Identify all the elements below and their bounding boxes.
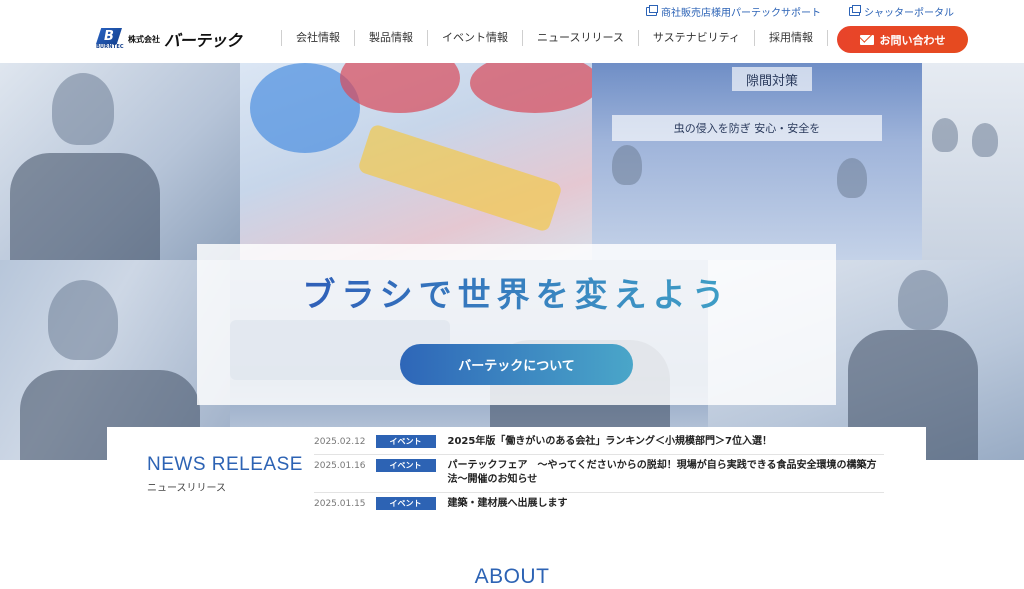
logo-prefix: 株式会社	[128, 34, 160, 44]
about-company-button[interactable]: バーテックについて	[400, 344, 633, 385]
person-shape	[52, 73, 114, 145]
mail-icon	[859, 34, 874, 45]
nav-item-events[interactable]: イベント情報	[427, 30, 522, 46]
support-link-label: 商社販売店様用パーテックサポート	[661, 8, 821, 19]
person-shape	[972, 123, 998, 157]
news-category-badge: イベント	[375, 497, 436, 510]
shutter-portal-link-label: シャッターポータル	[864, 8, 954, 19]
contact-button[interactable]: お問い合わせ	[837, 26, 968, 53]
main-nav: 会社情報 製品情報 イベント情報 ニュースリリース サステナビリティ 採用情報	[281, 30, 829, 46]
shutter-portal-link[interactable]: シャッターポータル	[849, 4, 954, 19]
about-heading: ABOUT	[474, 565, 550, 588]
hero-photo-staff	[922, 63, 1024, 260]
nav-item-sustainability[interactable]: サステナビリティ	[637, 30, 754, 46]
news-item[interactable]: 2025.02.12 イベント 2025年版「働きがいのある会社」ランキング＜小…	[314, 431, 884, 455]
news-subtitle: ニュースリリース	[147, 483, 226, 494]
hero-card: ブラシで世界を変えよう バーテックについて	[197, 244, 836, 405]
person-shape	[932, 118, 958, 152]
booth-sign: 隙間対策	[732, 67, 812, 91]
person-shape	[612, 145, 642, 185]
person-shape	[898, 270, 948, 330]
logo-name: バーテック	[164, 31, 242, 50]
logo-mark-icon: B BURNTEC	[96, 28, 124, 50]
yellow-brush-shape	[357, 123, 563, 233]
contact-button-label: お問い合わせ	[879, 33, 946, 47]
red-brush-shape	[470, 63, 592, 113]
news-headline[interactable]: パーテックフェア 〜やってくださいからの脱却！現場が自ら実践できる食品安全環境の…	[448, 459, 885, 487]
person-shape	[837, 158, 867, 198]
booth-banner: 虫の侵入を防ぎ 安心・安全を	[612, 115, 882, 141]
news-item[interactable]: 2025.01.16 イベント パーテックフェア 〜やってくださいからの脱却！現…	[314, 455, 884, 493]
news-date: 2025.01.16	[314, 461, 366, 471]
news-category-badge: イベント	[375, 435, 436, 448]
nav-item-news[interactable]: ニュースリリース	[522, 30, 638, 46]
suit-shape	[10, 153, 160, 260]
company-logo[interactable]: B BURNTEC 株式会社 バーテック	[96, 27, 242, 51]
support-link[interactable]: 商社販売店様用パーテックサポート	[646, 4, 821, 19]
news-headline[interactable]: 2025年版「働きがいのある会社」ランキング＜小規模部門＞7位入選！	[448, 435, 885, 449]
news-title: NEWS RELEASE	[147, 454, 303, 475]
utility-links: 商社販売店様用パーテックサポート シャッターポータル	[646, 4, 954, 19]
hero-photo-booth: 隙間対策 虫の侵入を防ぎ 安心・安全を	[592, 63, 922, 260]
nav-item-recruit[interactable]: 採用情報	[754, 30, 829, 46]
external-window-icon	[849, 5, 861, 16]
news-item[interactable]: 2025.01.15 イベント 建築・建材展へ出展します	[314, 493, 884, 516]
hero-photo-speaker	[0, 63, 240, 260]
news-headline[interactable]: 建築・建材展へ出展します	[448, 497, 885, 511]
news-release-section: NEWS RELEASE ニュースリリース 2025.02.12 イベント 20…	[107, 427, 926, 528]
hero-photo-brushes	[240, 63, 592, 260]
hero-title: ブラシで世界を変えよう	[302, 275, 731, 314]
site-header: 商社販売店様用パーテックサポート シャッターポータル B BURNTEC 株式会…	[0, 0, 1024, 63]
news-heading: NEWS RELEASE ニュースリリース	[147, 454, 303, 494]
news-date: 2025.01.15	[314, 499, 366, 509]
nav-item-company[interactable]: 会社情報	[281, 30, 354, 46]
person-shape	[48, 280, 118, 360]
hero-section: 隙間対策 虫の侵入を防ぎ 安心・安全を ブラシで世界を変えよう バーテックについ…	[0, 63, 1024, 460]
news-date: 2025.02.12	[314, 437, 366, 447]
news-category-badge: イベント	[375, 459, 436, 472]
news-list: 2025.02.12 イベント 2025年版「働きがいのある会社」ランキング＜小…	[314, 431, 884, 516]
external-window-icon	[646, 5, 658, 16]
nav-item-products[interactable]: 製品情報	[354, 30, 427, 46]
